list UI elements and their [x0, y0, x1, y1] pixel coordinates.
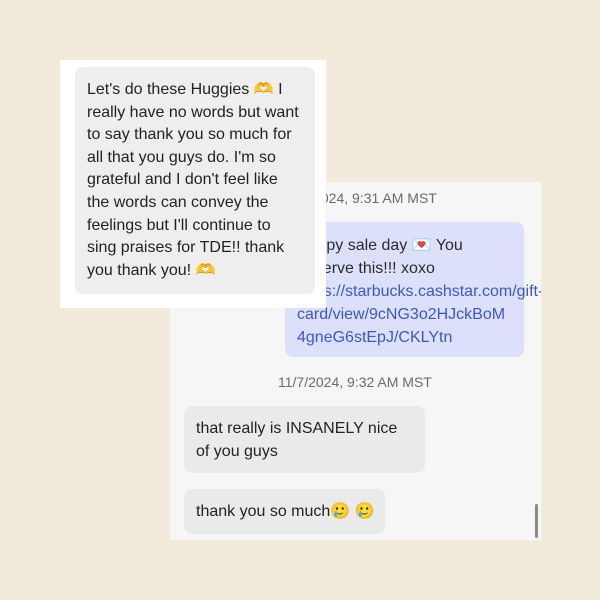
testimonial-card: Let's do these Huggies 🫶 I really have n… — [60, 60, 326, 308]
incoming-message-bubble: thank you so much🥲 🥲 — [184, 489, 385, 534]
outgoing-message-line: deserve this!!! xoxo — [297, 260, 435, 277]
testimonial-line: Let's do these Huggies 🫶 I — [87, 81, 283, 98]
gift-card-link[interactable]: card/view/9cNG3o2HJckBoM — [297, 303, 512, 326]
testimonial-line: really have no words but want — [87, 103, 299, 121]
message-timestamp: 11/7/2024, 9:32 AM MST — [278, 374, 432, 390]
testimonial-line: sing praises for TDE!! thank — [87, 239, 285, 257]
outgoing-message-line: Happy sale day 💌 You — [297, 237, 463, 254]
testimonial-line: to say thank you so much for — [87, 126, 292, 144]
testimonial-line: you thank you! 🫶 — [87, 261, 216, 279]
testimonial-message-bubble: Let's do these Huggies 🫶 I really have n… — [75, 67, 315, 294]
incoming-message-bubble: that really is INSANELY nice of you guys — [184, 406, 425, 473]
testimonial-line: grateful and I don't feel like — [87, 171, 278, 189]
testimonial-line: the words can convey the — [87, 193, 269, 211]
gift-card-link[interactable]: https://starbucks.cashstar.com/gift- — [297, 280, 541, 303]
testimonial-line: all that you guys do. I'm so — [87, 148, 276, 166]
testimonial-line: feelings but I'll continue to — [87, 216, 271, 234]
scrollbar[interactable] — [535, 504, 538, 538]
gift-card-link[interactable]: 4gneG6stEpJ/CKLYtn — [297, 326, 512, 349]
